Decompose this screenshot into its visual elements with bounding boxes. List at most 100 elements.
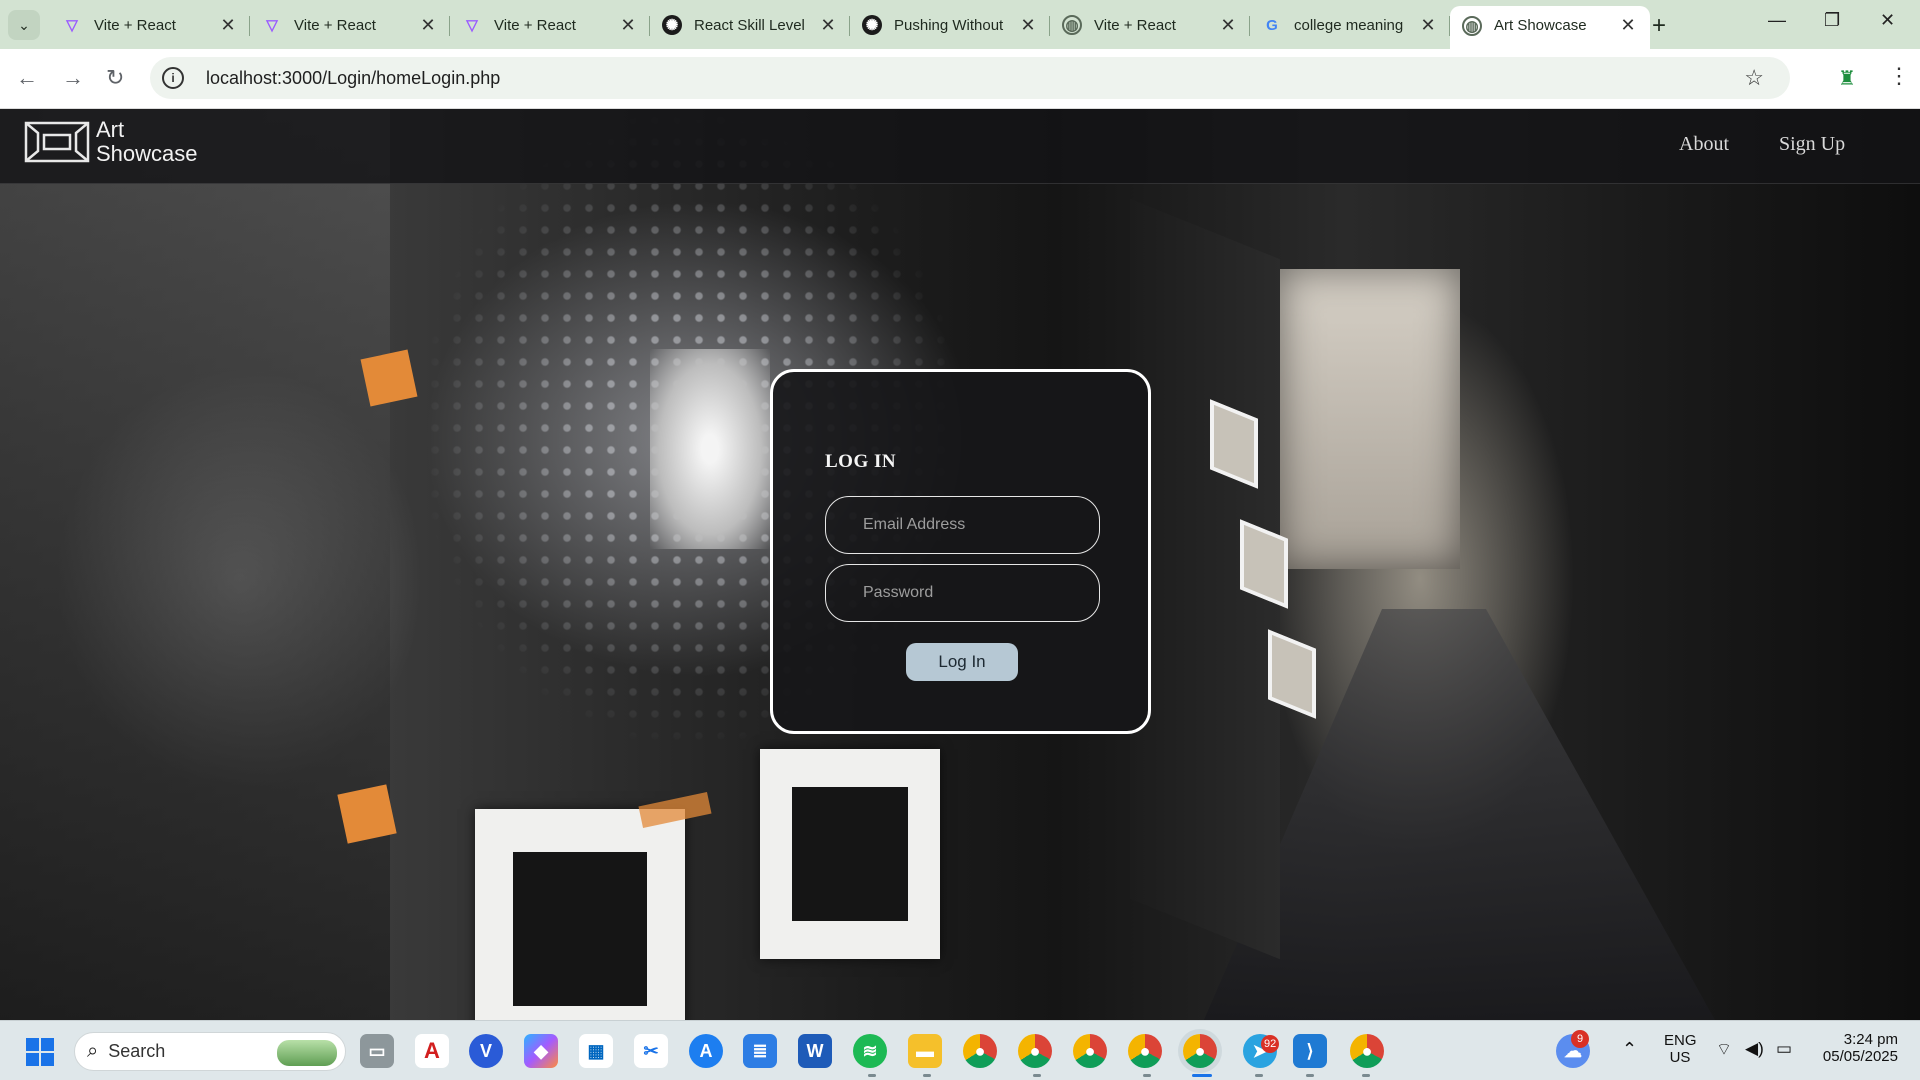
browser-menu-icon[interactable]: ⋮ — [1888, 63, 1910, 89]
windows-start-icon[interactable] — [26, 1038, 54, 1066]
tab-vite-react-1[interactable]: ▽ Vite + React ✕ — [50, 6, 250, 44]
chrome-icon[interactable]: ● — [1128, 1034, 1162, 1068]
close-icon[interactable]: ✕ — [1218, 15, 1238, 36]
running-indicator — [1255, 1074, 1263, 1077]
running-indicator — [1033, 1074, 1041, 1077]
extension-icon[interactable]: ♜ — [1838, 66, 1856, 91]
browser-toolbar: ← → ↻ i localhost:3000/Login/homeLogin.p… — [0, 49, 1920, 109]
vite-icon: ▽ — [66, 17, 78, 34]
vscode-icon[interactable]: ⟩ — [1293, 1034, 1327, 1068]
restore-icon[interactable]: ❐ — [1824, 10, 1840, 31]
background-label-tag — [360, 349, 418, 407]
tab-title: Vite + React — [494, 16, 576, 34]
close-icon[interactable]: ✕ — [418, 15, 438, 36]
tab-title: Vite + React — [94, 16, 176, 34]
nav-signup-link[interactable]: Sign Up — [1779, 133, 1845, 156]
tab-pushing-without[interactable]: ✺ Pushing Without ✕ — [850, 6, 1050, 44]
app-store-icon[interactable]: A — [689, 1034, 723, 1068]
search-highlight-icon — [277, 1040, 337, 1066]
tab-vite-react-3[interactable]: ▽ Vite + React ✕ — [450, 6, 650, 44]
tab-react-skill-level[interactable]: ✺ React Skill Level ✕ — [650, 6, 850, 44]
page-viewport: Art Showcase About Sign Up LOG IN Log In — [0, 109, 1920, 1020]
copilot-icon[interactable]: ◆ — [524, 1034, 558, 1068]
bookmark-star-icon[interactable]: ☆ — [1744, 65, 1764, 91]
tab-college-meaning[interactable]: G college meaning ✕ — [1250, 6, 1450, 44]
back-icon[interactable]: ← — [16, 65, 38, 91]
clock-time: 3:24 pm — [1843, 1031, 1898, 1048]
wifi-icon[interactable]: ⌔ — [1716, 1039, 1732, 1060]
login-button[interactable]: Log In — [906, 643, 1018, 681]
openai-icon: ✺ — [862, 15, 882, 35]
password-field[interactable] — [825, 564, 1100, 622]
login-title: LOG IN — [825, 451, 897, 472]
acrobat-icon[interactable]: A — [415, 1034, 449, 1068]
background-frame — [760, 749, 940, 959]
site-info-icon[interactable]: i — [162, 67, 184, 89]
forward-icon[interactable]: → — [62, 65, 84, 91]
art-showcase-logo-icon — [24, 121, 90, 163]
chrome-icon[interactable]: ● — [1073, 1034, 1107, 1068]
minimize-icon[interactable]: — — [1768, 10, 1786, 31]
language-code: ENG — [1664, 1032, 1697, 1049]
close-icon[interactable]: ✕ — [818, 15, 838, 36]
chrome-icon[interactable]: ● — [1350, 1034, 1384, 1068]
browser-tabstrip: ⌄ ▽ Vite + React ✕ ▽ Vite + React ✕ ▽ Vi… — [0, 0, 1920, 49]
running-indicator — [1362, 1074, 1370, 1077]
close-icon[interactable]: ✕ — [1418, 15, 1438, 36]
running-indicator — [923, 1074, 931, 1077]
site-logo[interactable]: Art Showcase — [24, 117, 198, 167]
tab-vite-react-4[interactable]: ◍ Vite + React ✕ — [1050, 6, 1250, 44]
v-app-icon[interactable]: V — [469, 1034, 503, 1068]
close-icon[interactable]: ✕ — [218, 15, 238, 36]
vite-icon: ▽ — [266, 17, 278, 34]
email-field[interactable] — [825, 496, 1100, 554]
volume-icon[interactable]: ◀) — [1745, 1039, 1764, 1059]
chrome-icon[interactable]: ● — [1018, 1034, 1052, 1068]
clock-date: 05/05/2025 — [1822, 1048, 1898, 1065]
word-icon[interactable]: W — [798, 1034, 832, 1068]
login-card: LOG IN Log In — [770, 369, 1151, 734]
spotify-icon[interactable]: ≋ — [853, 1034, 887, 1068]
tab-title: Vite + React — [1094, 16, 1176, 34]
tab-title: college meaning — [1294, 16, 1404, 34]
snipping-icon[interactable]: ✂ — [634, 1034, 668, 1068]
active-indicator — [1192, 1074, 1212, 1077]
openai-icon: ✺ — [662, 15, 682, 35]
vite-icon: ▽ — [466, 17, 478, 34]
logo-text: Art Showcase — [96, 118, 198, 166]
notepad-icon[interactable]: ≣ — [743, 1034, 777, 1068]
address-bar[interactable]: i localhost:3000/Login/homeLogin.php ☆ — [150, 57, 1790, 99]
show-hidden-icons-icon[interactable]: ⌃ — [1622, 1039, 1637, 1060]
tab-vite-react-2[interactable]: ▽ Vite + React ✕ — [250, 6, 450, 44]
running-indicator — [1143, 1074, 1151, 1077]
nav-about-link[interactable]: About — [1679, 133, 1729, 156]
logo-line-2: Showcase — [96, 141, 198, 166]
chrome-icon[interactable]: ● — [1183, 1034, 1217, 1068]
store-icon[interactable]: ▦ — [579, 1034, 613, 1068]
battery-icon[interactable]: ▭ — [1776, 1039, 1792, 1059]
background-frame — [475, 809, 685, 1020]
new-tab-icon[interactable]: + — [1652, 12, 1666, 40]
tab-search-chevron-icon[interactable]: ⌄ — [8, 10, 40, 40]
task-view-icon[interactable]: ▭ — [360, 1034, 394, 1068]
reload-icon[interactable]: ↻ — [106, 65, 124, 91]
weather-badge: 9 — [1571, 1030, 1589, 1048]
taskbar-search-label: Search — [108, 1041, 166, 1061]
tab-title: Pushing Without — [894, 16, 1004, 34]
globe-icon: ◍ — [1062, 15, 1082, 35]
url-text[interactable]: localhost:3000/Login/homeLogin.php — [206, 68, 500, 89]
taskbar-search[interactable]: ⌕ Search — [74, 1032, 346, 1071]
search-icon: ⌕ — [87, 1040, 99, 1062]
close-icon[interactable]: ✕ — [1618, 15, 1638, 36]
region-code: US — [1669, 1049, 1691, 1066]
chrome-icon[interactable]: ● — [963, 1034, 997, 1068]
tab-art-showcase[interactable]: ◍ Art Showcase ✕ — [1450, 6, 1650, 49]
close-window-icon[interactable]: ✕ — [1880, 10, 1895, 31]
tab-title: React Skill Level — [694, 16, 805, 34]
clock[interactable]: 3:24 pm 05/05/2025 — [1812, 1031, 1898, 1065]
close-icon[interactable]: ✕ — [1018, 15, 1038, 36]
file-explorer-icon[interactable]: ▬ — [908, 1034, 942, 1068]
logo-line-1: Art — [96, 117, 125, 142]
language-indicator[interactable]: ENG US — [1664, 1032, 1697, 1066]
close-icon[interactable]: ✕ — [618, 15, 638, 36]
